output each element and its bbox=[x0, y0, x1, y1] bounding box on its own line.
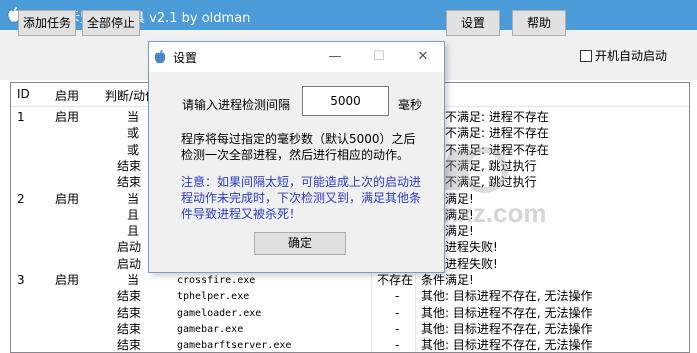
cell-id: 2 bbox=[17, 191, 25, 206]
header-id[interactable]: ID bbox=[17, 87, 30, 101]
cell-cond: 当 bbox=[127, 110, 140, 124]
cell-cond: 或 bbox=[127, 126, 140, 141]
table-row[interactable]: 结束 gameloader.exe - 其他: 目标进程不存在, 无法操作 bbox=[11, 305, 689, 321]
cell-cond: 且 bbox=[127, 207, 140, 222]
cell-cond: 结束 bbox=[117, 338, 142, 353]
cell-proc: gameloader.exe bbox=[177, 307, 262, 319]
checkbox-box[interactable] bbox=[580, 50, 592, 62]
cell-id: 1 bbox=[17, 110, 25, 124]
interval-unit: 毫秒 bbox=[398, 98, 423, 112]
cell-cond: 结束 bbox=[117, 158, 142, 173]
dialog-description: 程序将每过指定的毫秒数（默认5000）之后检测一次全部进程，然后进行相应的动作。 bbox=[181, 132, 416, 162]
cell-result: 其他: 目标进程不存在, 无法操作 bbox=[421, 321, 593, 336]
dialog-titlebar[interactable]: 设置 — ☐ ✕ bbox=[149, 42, 444, 72]
cell-cond: 当 bbox=[127, 273, 140, 287]
dialog-note: 注意：如果间隔太短，可能造成上次的启动进程动作未完成时，下次检测又到，满足其他条… bbox=[181, 175, 422, 221]
settings-button[interactable]: 设置 bbox=[446, 10, 500, 36]
cell-result: 其他: 目标进程不存在, 无法操作 bbox=[421, 305, 593, 320]
autostart-checkbox[interactable]: 开机自动启动 bbox=[580, 47, 667, 63]
cell-cond: 或 bbox=[127, 142, 140, 157]
close-icon[interactable]: ✕ bbox=[403, 45, 443, 69]
cell-en: 启用 bbox=[55, 191, 80, 206]
cell-cond: 结束 bbox=[117, 321, 142, 336]
settings-dialog: 设置 — ☐ ✕ 请输入进程检测间隔 毫秒 程序将每过指定的毫秒数（默认5000… bbox=[148, 41, 445, 273]
cell-en: 启用 bbox=[55, 273, 80, 287]
cell-state: - bbox=[395, 289, 400, 304]
cell-cond: 结束 bbox=[117, 305, 142, 320]
cell-cond: 启动 bbox=[117, 240, 142, 255]
cell-id: 3 bbox=[17, 273, 25, 287]
help-button[interactable]: 帮助 bbox=[512, 10, 566, 36]
add-task-button[interactable]: 添加任务 bbox=[18, 10, 76, 36]
cell-result: 其他: 目标进程不存在, 无法操作 bbox=[421, 289, 593, 304]
stop-all-button[interactable]: 全部停止 bbox=[82, 10, 140, 36]
cell-en: 启用 bbox=[55, 110, 80, 124]
cell-proc: gamebar.exe bbox=[177, 323, 244, 335]
table-row[interactable]: 结束 gamebarftserver.exe - 其他: 目标进程不存在, 无法操作 bbox=[11, 338, 689, 353]
table-row[interactable]: 结束 tphelper.exe - 其他: 目标进程不存在, 无法操作 bbox=[11, 289, 689, 304]
cell-proc: tphelper.exe bbox=[177, 291, 250, 303]
table-row[interactable]: 结束 gamebar.exe - 其他: 目标进程不存在, 无法操作 bbox=[11, 321, 689, 337]
autostart-label: 开机自动启动 bbox=[595, 49, 668, 63]
cell-cond: 且 bbox=[127, 224, 140, 239]
dialog-title: 设置 bbox=[173, 51, 198, 65]
cell-state: - bbox=[395, 338, 400, 353]
interval-input[interactable] bbox=[302, 86, 389, 116]
cell-cond: 当 bbox=[127, 191, 140, 206]
maximize-icon[interactable]: ☐ bbox=[359, 45, 399, 69]
cell-cond: 启动 bbox=[117, 256, 142, 271]
dialog-apple-icon bbox=[154, 50, 166, 64]
cell-state: - bbox=[395, 305, 400, 320]
cell-state: - bbox=[395, 321, 400, 336]
minimize-icon[interactable]: — bbox=[315, 45, 355, 69]
cell-cond: 结束 bbox=[117, 175, 142, 190]
cell-cond: 结束 bbox=[117, 289, 142, 304]
ok-button[interactable]: 确定 bbox=[254, 232, 346, 255]
header-enabled[interactable]: 启用 bbox=[55, 87, 79, 104]
cell-proc: gamebarftserver.exe bbox=[177, 340, 292, 352]
cell-result: 其他: 目标进程不存在, 无法操作 bbox=[421, 338, 593, 353]
interval-prompt: 请输入进程检测间隔 bbox=[182, 98, 291, 112]
